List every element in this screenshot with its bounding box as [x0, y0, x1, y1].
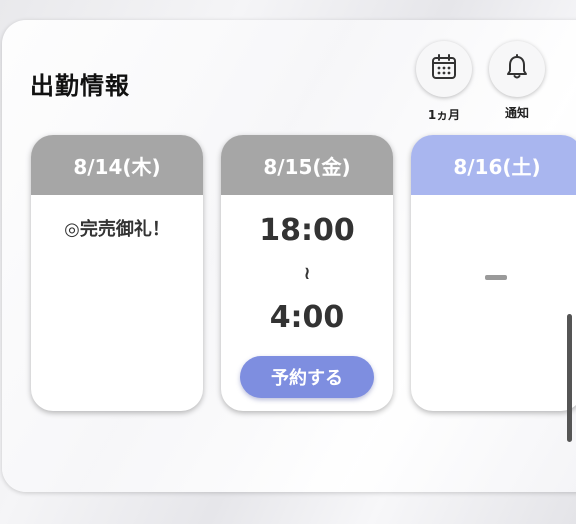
card-date: 8/14(木): [73, 154, 161, 179]
bell-icon: [503, 53, 531, 85]
card-date: 8/15(金): [263, 154, 351, 179]
reserve-button[interactable]: 予約する: [240, 356, 374, 398]
monthly-calendar-label: 1ヵ月: [427, 108, 461, 122]
schedule-card-0815: 8/15(金) 18:00 ≀ 4:00 予約する: [221, 135, 393, 411]
sold-out-note: ◎完売御礼！: [64, 219, 170, 240]
page-title: 出勤情報: [30, 72, 130, 100]
schedule-card-0814: 8/14(木) ◎完売御礼！: [31, 135, 203, 411]
end-time: 4:00: [269, 300, 345, 335]
no-schedule-dash: [485, 275, 507, 280]
calendar-icon: [430, 53, 458, 85]
notification-button[interactable]: [489, 41, 545, 97]
time-separator: ≀: [303, 263, 311, 284]
notification-label: 通知: [504, 106, 529, 120]
card-date-header: 8/16(土): [411, 135, 576, 195]
start-time: 18:00: [259, 213, 355, 248]
monthly-calendar-button[interactable]: [416, 41, 472, 97]
card-date-header: 8/15(金): [221, 135, 393, 195]
card-date-header: 8/14(木): [31, 135, 203, 195]
schedule-card-0816: 8/16(土): [411, 135, 576, 411]
card-date: 8/16(土): [453, 154, 541, 179]
scrollbar[interactable]: [567, 314, 572, 442]
